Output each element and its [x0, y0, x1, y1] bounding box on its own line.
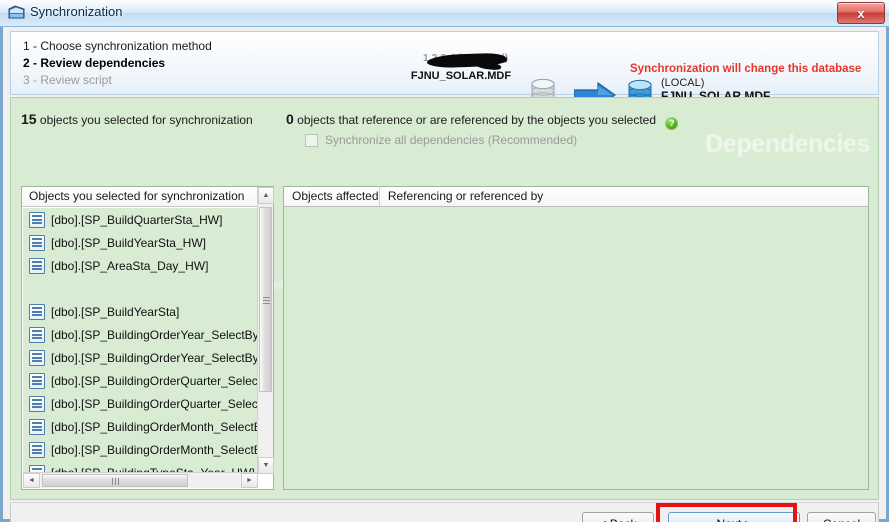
vertical-scroll-thumb[interactable] [259, 207, 272, 392]
objects-affected-header-row: Objects affected Referencing or reference… [284, 187, 868, 207]
list-item[interactable]: [dbo].[SP_BuildQuarterSta_HW] [23, 208, 258, 231]
sync-all-dependencies-label: Synchronize all dependencies (Recommende… [325, 133, 578, 147]
selected-objects-text: objects you selected for synchronization [39, 113, 253, 127]
close-button[interactable]: x [837, 2, 885, 24]
list-item[interactable]: [dbo].[SP_BuildingTypeSta_Year_HW] [23, 461, 258, 472]
wizard-step-1: 1 - Choose synchronization method [23, 39, 212, 53]
list-item-label: [dbo].[SP_BuildingOrderMonth_SelectBy [51, 442, 258, 457]
stored-procedure-icon [29, 211, 45, 228]
screen-root: Synchronization x 1 - Choose synchroniza… [0, 0, 889, 522]
list-item-label: [dbo].[SP_BuildYearSta_HW] [51, 235, 206, 250]
synchronization-dialog: Synchronization x 1 - Choose synchroniza… [0, 0, 889, 522]
list-item[interactable]: [dbo].[SP_BuildingOrderQuarter_SelectB [23, 392, 258, 415]
titlebar-gloss [0, 0, 889, 13]
list-item[interactable]: [dbo].[SP_BuildingOrderQuarter_SelectB [23, 369, 258, 392]
list-item[interactable]: [dbo].[SP_BuildYearSta_HW] [23, 231, 258, 254]
list-item[interactable]: [dbo].[SP_AreaSta_Day_HW] [23, 254, 258, 277]
dialog-titlebar: Synchronization x [0, 0, 889, 27]
sync-database-icon [8, 5, 25, 21]
cancel-button[interactable]: Cancel [807, 512, 876, 522]
wizard-step-2: 2 - Review dependencies [23, 56, 166, 70]
sync-all-dependencies-checkbox[interactable] [305, 133, 318, 147]
source-database-name: FJNU_SOLAR.MDF [410, 70, 512, 82]
list-item-label: [dbo].[SP_BuildingOrderYear_SelectByAr [51, 350, 258, 365]
dependencies-watermark: Dependencies [705, 130, 870, 158]
scroll-grip-icon [112, 478, 119, 485]
source-database-block: 1.2.3.4 (redacted) FJNU_SOLAR.MDF [401, 52, 521, 82]
horizontal-scroll-thumb[interactable] [42, 474, 188, 487]
dialog-footer: < Back Next > Cancel [10, 502, 879, 522]
stored-procedure-icon [29, 257, 45, 274]
column-header-2[interactable]: Referencing or referenced by [380, 187, 868, 206]
warning-text: Synchronization will change this databas… [630, 63, 862, 75]
scroll-right-icon[interactable]: ► [241, 473, 258, 488]
list-item[interactable]: [dbo].[SP_BuildingOrderYear_SelectByAr [23, 346, 258, 369]
stored-procedure-icon [29, 372, 45, 389]
stored-procedure-icon [29, 234, 45, 251]
stored-procedure-icon [29, 441, 45, 458]
stored-procedure-icon [29, 418, 45, 435]
wizard-step-3: 3 - Review script [23, 73, 112, 87]
selected-objects-horizontal-scrollbar[interactable]: ◄ ► [23, 472, 258, 488]
list-item[interactable]: [dbo].[SP_BuildYearSta] [23, 300, 258, 323]
target-server-name: (LOCAL) [661, 77, 705, 89]
list-item-label: [dbo].[SP_BuildQuarterSta_HW] [51, 212, 223, 227]
selected-objects-count: 15 [21, 111, 37, 127]
next-button[interactable]: Next > [668, 512, 800, 522]
scroll-down-icon[interactable]: ▼ [258, 457, 274, 474]
stored-procedure-icon [29, 464, 45, 472]
selected-objects-summary: 15 objects you selected for synchronizat… [21, 111, 253, 127]
list-item[interactable]: [dbo].[SP_BuildingOrderMonth_SelectByl [23, 415, 258, 438]
scroll-up-icon[interactable]: ▲ [258, 187, 274, 204]
selected-objects-vertical-scrollbar[interactable]: ▲ ▼ [257, 187, 274, 474]
stored-procedure-icon [29, 326, 45, 343]
dialog-body: 1 - Choose synchronization method 2 - Rev… [0, 27, 889, 522]
help-icon[interactable]: ? [665, 117, 679, 130]
list-item[interactable]: [dbo].[SP_BuildingOrderMonth_SelectBy [23, 438, 258, 461]
dialog-title: Synchronization [30, 4, 123, 19]
stored-procedure-icon [29, 349, 45, 366]
scroll-grip-icon [263, 296, 270, 304]
column-header-1[interactable]: Objects affected [284, 187, 380, 206]
wizard-step-list: 1 - Choose synchronization method 2 - Rev… [23, 38, 212, 89]
scroll-left-icon[interactable]: ◄ [23, 473, 40, 488]
referenced-objects-summary: 0 objects that reference or are referenc… [286, 111, 679, 130]
stored-procedure-icon [29, 303, 45, 320]
referenced-objects-count: 0 [286, 111, 294, 127]
list-item[interactable]: [dbo].[SP_BuildingOrderYear_SelectByPr [23, 323, 258, 346]
wizard-header-band: 1 - Choose synchronization method 2 - Rev… [10, 31, 879, 109]
selected-objects-panel-header: Objects you selected for synchronization [22, 187, 258, 207]
list-item-label: [dbo].[SP_BuildingOrderMonth_SelectByl [51, 419, 258, 434]
list-item-label: [dbo].[SP_BuildingOrderQuarter_SelectB [51, 373, 258, 388]
stored-procedure-icon [29, 395, 45, 412]
sync-all-dependencies-row[interactable]: Synchronize all dependencies (Recommende… [305, 133, 577, 147]
list-item-label: [dbo].[SP_BuildYearSta] [51, 304, 180, 319]
objects-affected-panel: Objects affected Referencing or reference… [283, 186, 869, 490]
list-item-label: [dbo].[SP_BuildingOrderYear_SelectByPr [51, 327, 258, 342]
selected-objects-list[interactable]: [dbo].[SP_BuildQuarterSta_HW] [dbo].[SP_B… [23, 208, 258, 472]
list-item-label: [dbo].[SP_AreaSta_Day_HW] [51, 258, 209, 273]
dependencies-content-area: Dependencies Dependencies will appear he… [10, 97, 879, 500]
list-item-label: [dbo].[SP_BuildingOrderQuarter_SelectB [51, 396, 258, 411]
selected-objects-panel: Objects you selected for synchronization… [21, 186, 274, 490]
back-button[interactable]: < Back [582, 512, 654, 522]
close-icon: x [857, 5, 865, 21]
referenced-objects-text: objects that reference or are referenced… [297, 113, 657, 127]
